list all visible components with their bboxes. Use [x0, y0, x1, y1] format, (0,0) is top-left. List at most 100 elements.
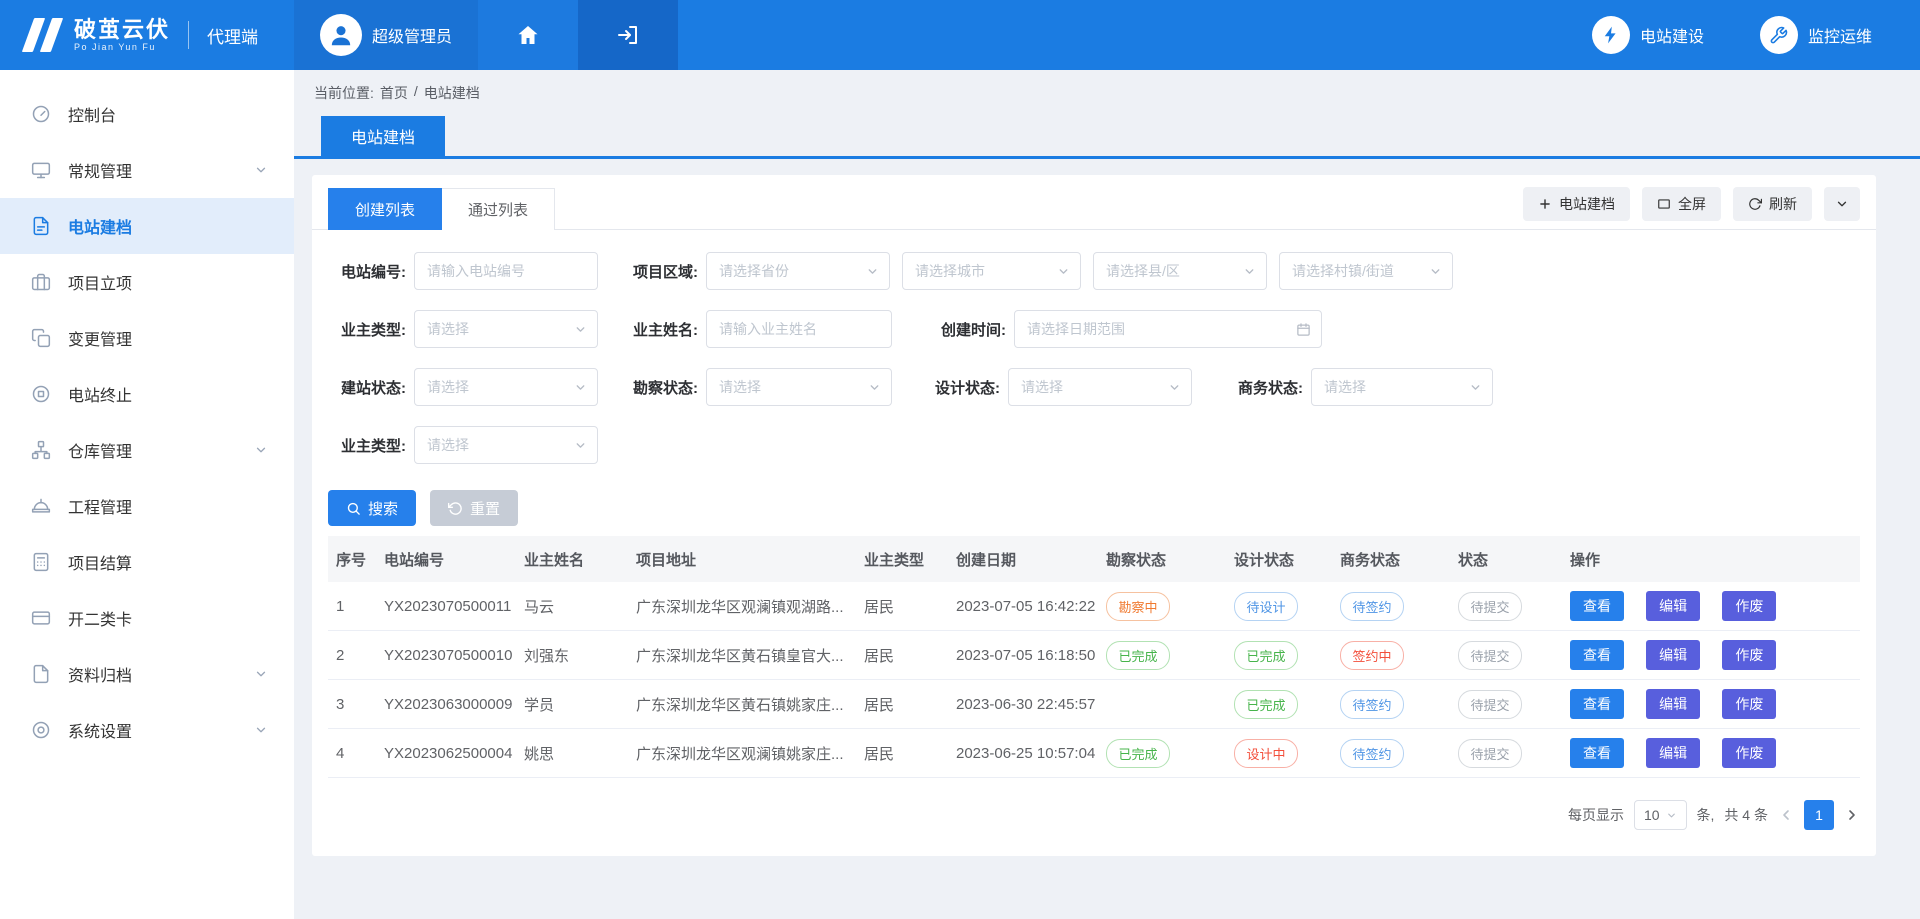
nav-monitor-ops[interactable]: 监控运维 — [1760, 16, 1872, 54]
page-1-button[interactable]: 1 — [1804, 800, 1834, 830]
sidebar-item-engineering-mgmt[interactable]: 工程管理 — [0, 478, 294, 534]
sidebar-item-label: 项目结算 — [68, 550, 132, 574]
town-select-placeholder: 请选择村镇/街道 — [1292, 261, 1394, 281]
sidebar-item-station-termination[interactable]: 电站终止 — [0, 366, 294, 422]
fullscreen-button[interactable]: 全屏 — [1642, 187, 1721, 221]
chevron-down-icon — [1469, 381, 1482, 394]
cell-owner-type: 居民 — [856, 694, 948, 715]
view-button[interactable]: 查看 — [1570, 591, 1624, 621]
sidebar-item-change-mgmt[interactable]: 变更管理 — [0, 310, 294, 366]
owner-name-label: 业主姓名: — [620, 319, 698, 340]
void-button[interactable]: 作废 — [1722, 738, 1776, 768]
build-status-select[interactable]: 请选择 — [414, 368, 598, 406]
edit-button[interactable]: 编辑 — [1646, 738, 1700, 768]
date-range-input[interactable]: 请选择日期范围 — [1014, 310, 1322, 348]
search-button[interactable]: 搜索 — [328, 490, 416, 526]
survey-status-badge: 勘察中 — [1106, 592, 1170, 621]
nav-station-build[interactable]: 电站建设 — [1592, 16, 1704, 54]
calculator-icon — [30, 551, 52, 573]
total-count: 共 4 条 — [1724, 805, 1768, 825]
town-select[interactable]: 请选择村镇/街道 — [1279, 252, 1453, 290]
view-button[interactable]: 查看 — [1570, 640, 1624, 670]
cell-business-status: 签约中 — [1332, 641, 1450, 670]
business-status-select[interactable]: 请选择 — [1311, 368, 1493, 406]
home-button[interactable] — [478, 0, 578, 70]
view-button[interactable]: 查看 — [1570, 738, 1624, 768]
col-owner-name: 业主姓名 — [516, 549, 628, 570]
breadcrumb-current: 电站建档 — [424, 83, 480, 103]
tab-create-list[interactable]: 创建列表 — [328, 188, 442, 230]
sidebar-item-type2-card[interactable]: 开二类卡 — [0, 590, 294, 646]
tab-passed-list[interactable]: 通过列表 — [442, 188, 555, 230]
create-station-button[interactable]: 电站建档 — [1523, 187, 1630, 221]
sidebar-item-label: 电站终止 — [68, 382, 132, 406]
owner-name-input[interactable] — [706, 310, 892, 348]
void-button[interactable]: 作废 — [1722, 689, 1776, 719]
void-button[interactable]: 作废 — [1722, 640, 1776, 670]
per-page-select[interactable]: 10 — [1634, 800, 1687, 830]
user-menu[interactable]: 超级管理员 — [294, 0, 478, 70]
monitor-icon — [30, 159, 52, 181]
district-select[interactable]: 请选择县/区 — [1093, 252, 1267, 290]
logout-button[interactable] — [578, 0, 678, 70]
survey-status-placeholder: 请选择 — [719, 377, 761, 397]
refresh-button[interactable]: 刷新 — [1733, 187, 1812, 221]
cell-survey-status: 勘察中 — [1098, 592, 1226, 621]
edit-button[interactable]: 编辑 — [1646, 640, 1700, 670]
design-status-select[interactable]: 请选择 — [1008, 368, 1192, 406]
sidebar-item-system-settings[interactable]: 系统设置 — [0, 702, 294, 758]
sidebar-item-station-archive[interactable]: 电站建档 — [0, 198, 294, 254]
sidebar-item-project-approval[interactable]: 项目立项 — [0, 254, 294, 310]
reset-button-label: 重置 — [470, 498, 500, 519]
survey-status-select[interactable]: 请选择 — [706, 368, 892, 406]
collapse-filters-button[interactable] — [1824, 187, 1860, 221]
brand-text: 破茧云伏 Po Jian Yun Fu — [74, 17, 170, 53]
sidebar-item-data-archive[interactable]: 资料归档 — [0, 646, 294, 702]
district-select-placeholder: 请选择县/区 — [1106, 261, 1180, 281]
sidebar-item-warehouse-mgmt[interactable]: 仓库管理 — [0, 422, 294, 478]
next-page-button[interactable] — [1844, 807, 1860, 823]
table-row: 2 YX2023070500010 刘强东 广东深圳龙华区黄石镇皇官大... 居… — [328, 631, 1860, 680]
reset-button[interactable]: 重置 — [430, 490, 518, 526]
cell-created-date: 2023-06-25 10:57:04 — [948, 745, 1098, 762]
sidebar-item-general-mgmt[interactable]: 常规管理 — [0, 142, 294, 198]
view-button[interactable]: 查看 — [1570, 689, 1624, 719]
page-tab-station-archive[interactable]: 电站建档 — [321, 116, 445, 156]
col-owner-type: 业主类型 — [856, 549, 948, 570]
date-range-placeholder: 请选择日期范围 — [1027, 319, 1125, 339]
survey-status-badge: 已完成 — [1106, 641, 1170, 670]
cell-address: 广东深圳龙华区观澜镇姚家庄... — [628, 743, 856, 764]
chevron-down-icon — [254, 443, 268, 457]
edit-button[interactable]: 编辑 — [1646, 689, 1700, 719]
cell-status: 待提交 — [1450, 641, 1562, 670]
document-icon — [30, 663, 52, 685]
nav-station-build-label: 电站建设 — [1640, 23, 1704, 47]
sidebar-item-console[interactable]: 控制台 — [0, 86, 294, 142]
owner-type-select[interactable]: 请选择 — [414, 310, 598, 348]
header-right-nav: 电站建设 监控运维 — [1592, 0, 1920, 70]
wrench-icon — [1760, 16, 1798, 54]
owner-type2-select[interactable]: 请选择 — [414, 426, 598, 464]
survey-status-label: 勘察状态: — [620, 377, 698, 398]
edit-button[interactable]: 编辑 — [1646, 591, 1700, 621]
status-badge: 待提交 — [1458, 592, 1522, 621]
chevron-down-icon — [868, 381, 881, 394]
cell-owner-name: 学员 — [516, 694, 628, 715]
brand-tag: 代理端 — [207, 23, 258, 48]
province-select-placeholder: 请选择省份 — [719, 261, 789, 281]
table-header: 序号 电站编号 业主姓名 项目地址 业主类型 创建日期 勘察状态 设计状态 商务… — [328, 536, 1860, 582]
col-design-status: 设计状态 — [1226, 549, 1332, 570]
breadcrumb-home[interactable]: 首页 — [380, 83, 408, 103]
sidebar-item-project-settlement[interactable]: 项目结算 — [0, 534, 294, 590]
province-select[interactable]: 请选择省份 — [706, 252, 890, 290]
breadcrumb: 当前位置: 首页 / 电站建档 — [294, 70, 1920, 103]
void-button[interactable]: 作废 — [1722, 591, 1776, 621]
nav-monitor-ops-label: 监控运维 — [1808, 23, 1872, 47]
station-code-label: 电站编号: — [328, 261, 406, 282]
station-code-input[interactable] — [414, 252, 598, 290]
city-select[interactable]: 请选择城市 — [902, 252, 1081, 290]
brand-divider — [188, 21, 189, 49]
panel-toolbar: 电站建档 全屏 刷新 — [1523, 187, 1860, 221]
table-row: 4 YX2023062500004 姚思 广东深圳龙华区观澜镇姚家庄... 居民… — [328, 729, 1860, 778]
prev-page-button[interactable] — [1778, 807, 1794, 823]
